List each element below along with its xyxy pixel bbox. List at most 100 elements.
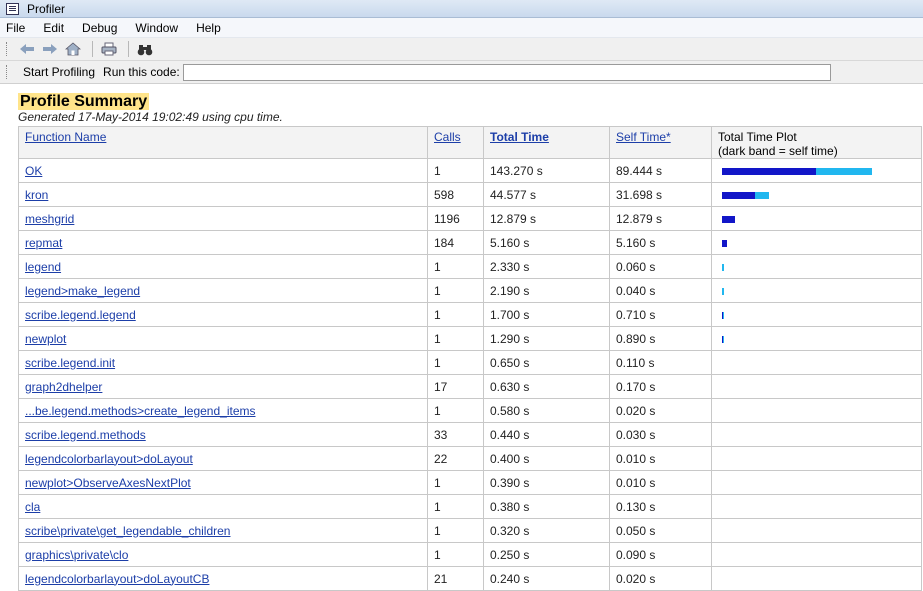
time-plot-cell (711, 206, 922, 231)
function-link[interactable]: legendcolorbarlayout>doLayout (25, 452, 193, 466)
plot-header-title: Total Time Plot (718, 130, 797, 144)
sort-function-name-link[interactable]: Function Name (25, 130, 106, 144)
function-name-cell: scribe\private\get_legendable_children (18, 518, 428, 543)
time-plot-cell (711, 494, 922, 519)
header-function-name[interactable]: Function Name (18, 126, 428, 159)
function-name-cell: newplot>ObserveAxesNextPlot (18, 470, 428, 495)
total-time-cell: 5.160 s (483, 230, 610, 255)
title-bar: Profiler (0, 0, 923, 18)
calls-cell: 17 (427, 374, 484, 399)
menu-bar: File Edit Debug Window Help (0, 18, 923, 38)
plot-header-subtitle: (dark band = self time) (718, 144, 838, 158)
self-time-cell: 0.040 s (609, 278, 712, 303)
toolbar (0, 38, 923, 61)
back-arrow-icon[interactable] (17, 40, 37, 58)
calls-cell: 1196 (427, 206, 484, 231)
find-binoculars-icon[interactable] (135, 40, 155, 58)
table-row: scribe.legend.init 1 0.650 s 0.110 s (18, 350, 922, 375)
function-name-cell: kron (18, 182, 428, 207)
function-name-cell: meshgrid (18, 206, 428, 231)
function-name-cell: scribe.legend.methods (18, 422, 428, 447)
self-time-bar (722, 215, 735, 223)
table-row: scribe\private\get_legendable_children 1 0… (18, 518, 922, 543)
sort-total-time-link[interactable]: Total Time (490, 130, 549, 144)
function-link[interactable]: scribe\private\get_legendable_children (25, 524, 230, 538)
table-row: repmat 184 5.160 s 5.160 s (18, 230, 922, 255)
function-name-cell: repmat (18, 230, 428, 255)
function-name-cell: legend (18, 254, 428, 279)
menu-debug[interactable]: Debug (82, 21, 117, 35)
self-time-cell: 0.010 s (609, 446, 712, 471)
calls-cell: 184 (427, 230, 484, 255)
page-title: Profile Summary (18, 93, 150, 110)
function-link[interactable]: scribe.legend.methods (25, 428, 146, 442)
menu-edit[interactable]: Edit (43, 21, 64, 35)
table-row: legend 1 2.330 s 0.060 s (18, 254, 922, 279)
table-row: scribe.legend.legend 1 1.700 s 0.710 s (18, 302, 922, 327)
menu-help[interactable]: Help (196, 21, 221, 35)
function-link[interactable]: legend>make_legend (25, 284, 140, 298)
time-plot-cell (711, 566, 922, 591)
calls-cell: 1 (427, 398, 484, 423)
total-time-cell: 1.290 s (483, 326, 610, 351)
window-title: Profiler (27, 1, 66, 16)
function-link[interactable]: ...be.legend.methods>create_legend_items (25, 404, 256, 418)
function-name-cell: graphics\private\clo (18, 542, 428, 567)
calls-cell: 1 (427, 302, 484, 327)
time-plot-cell (711, 326, 922, 351)
function-link[interactable]: meshgrid (25, 212, 74, 226)
menu-file[interactable]: File (6, 21, 25, 35)
total-time-cell: 0.440 s (483, 422, 610, 447)
sort-calls-link[interactable]: Calls (434, 130, 461, 144)
start-profiling-button[interactable]: Start Profiling (23, 65, 95, 79)
total-time-cell: 0.580 s (483, 398, 610, 423)
self-time-cell: 0.130 s (609, 494, 712, 519)
time-plot-cell (711, 422, 922, 447)
header-calls[interactable]: Calls (427, 126, 484, 159)
header-total-time[interactable]: Total Time (483, 126, 610, 159)
calls-cell: 1 (427, 470, 484, 495)
function-link[interactable]: graphics\private\clo (25, 548, 128, 562)
forward-arrow-icon[interactable] (40, 40, 60, 58)
function-name-cell: legendcolorbarlayout>doLayoutCB (18, 566, 428, 591)
function-link[interactable]: scribe.legend.legend (25, 308, 136, 322)
profiler-app-icon (6, 2, 19, 15)
time-plot-cell (711, 518, 922, 543)
runbar-grip[interactable] (6, 65, 9, 79)
time-plot-cell (711, 470, 922, 495)
print-icon[interactable] (99, 40, 119, 58)
function-link[interactable]: OK (25, 164, 42, 178)
toolbar-grip[interactable] (6, 42, 9, 56)
self-time-cell: 0.030 s (609, 422, 712, 447)
sort-self-time-link[interactable]: Self Time* (616, 130, 671, 144)
total-time-cell: 0.250 s (483, 542, 610, 567)
function-link[interactable]: newplot (25, 332, 66, 346)
time-plot-cell (711, 230, 922, 255)
self-time-cell: 0.090 s (609, 542, 712, 567)
function-link[interactable]: cla (25, 500, 40, 514)
function-link[interactable]: legend (25, 260, 61, 274)
function-link[interactable]: newplot>ObserveAxesNextPlot (25, 476, 191, 490)
total-time-bar (722, 263, 724, 271)
function-link[interactable]: legendcolorbarlayout>doLayoutCB (25, 572, 209, 586)
home-icon[interactable] (63, 40, 83, 58)
function-name-cell: legend>make_legend (18, 278, 428, 303)
calls-cell: 1 (427, 350, 484, 375)
menu-window[interactable]: Window (135, 21, 178, 35)
run-code-input[interactable] (182, 63, 831, 81)
total-time-bar (723, 311, 724, 319)
header-self-time[interactable]: Self Time* (609, 126, 712, 159)
self-time-cell: 31.698 s (609, 182, 712, 207)
total-time-cell: 12.879 s (483, 206, 610, 231)
function-link[interactable]: repmat (25, 236, 62, 250)
calls-cell: 598 (427, 182, 484, 207)
function-link[interactable]: kron (25, 188, 48, 202)
self-time-cell: 0.170 s (609, 374, 712, 399)
self-time-cell: 89.444 s (609, 158, 712, 183)
header-plot: Total Time Plot (dark band = self time) (711, 126, 922, 159)
calls-cell: 1 (427, 494, 484, 519)
self-time-cell: 0.010 s (609, 470, 712, 495)
function-link[interactable]: graph2dhelper (25, 380, 102, 394)
function-link[interactable]: scribe.legend.init (25, 356, 115, 370)
calls-cell: 1 (427, 278, 484, 303)
